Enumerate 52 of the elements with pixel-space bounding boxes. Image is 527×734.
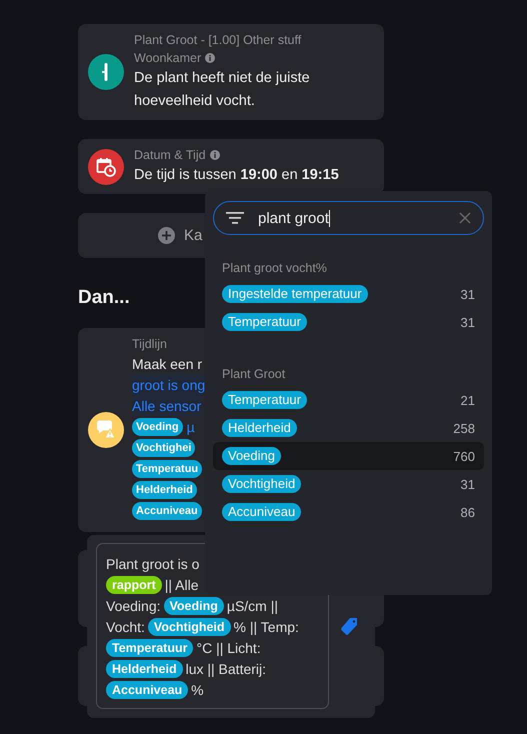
token-value: 21 bbox=[460, 392, 475, 408]
message-text: || Alle bbox=[164, 576, 198, 592]
unit-text: µ bbox=[186, 418, 195, 434]
condition-card[interactable]: Plant Groot - [1.00] Other stuff Woonkamer De plant heeft niet de juiste hoeveelheid vocht. bbox=[78, 24, 384, 120]
message-text: % || Temp: bbox=[234, 618, 299, 634]
close-icon[interactable] bbox=[459, 212, 471, 224]
token-option[interactable]: Temperatuur 21 bbox=[213, 386, 484, 414]
token-option[interactable]: Helderheid 258 bbox=[213, 414, 484, 442]
tag-icon[interactable] bbox=[339, 616, 359, 636]
condition-title: Datum & Tijd bbox=[134, 148, 206, 162]
info-icon[interactable] bbox=[205, 53, 216, 63]
condition-text: De plant heeft niet de juiste hoeveelheid vocht. bbox=[134, 69, 311, 111]
section-heading: Dan... bbox=[78, 287, 130, 310]
token-chip: Temperatuur bbox=[222, 313, 307, 331]
condition-title: Plant Groot - [1.00] Other stuff bbox=[134, 33, 302, 47]
filter-icon bbox=[226, 212, 244, 224]
token-chip: Temperatuur bbox=[222, 391, 307, 409]
token-option[interactable]: Accuniveau 86 bbox=[213, 498, 484, 526]
token-value: 31 bbox=[460, 314, 475, 330]
message-text: Plant groot is o bbox=[106, 556, 200, 572]
message-text: µS/cm || bbox=[226, 598, 278, 614]
token-chip: Voeding bbox=[222, 447, 281, 465]
token-chip: Vochtigheid bbox=[222, 475, 302, 493]
group-title: Plant groot vocht% bbox=[221, 260, 328, 277]
device-room: Woonkamer bbox=[134, 51, 202, 65]
info-icon[interactable] bbox=[210, 150, 220, 160]
token-option[interactable]: Temperatuur 31 bbox=[213, 308, 484, 336]
token-chip: Helderheid bbox=[222, 419, 297, 437]
group-title: Plant Groot bbox=[221, 366, 286, 383]
message-text: Vocht: bbox=[106, 618, 145, 634]
action-title: Tijdlijn bbox=[132, 336, 168, 353]
message-text: lux || Batterij: bbox=[186, 660, 266, 676]
plus-icon bbox=[158, 227, 175, 244]
token-value: 258 bbox=[453, 420, 475, 436]
search-field[interactable]: plant groot bbox=[213, 201, 484, 235]
message-text: Voeding: bbox=[106, 598, 160, 614]
message-text: °C || Licht: bbox=[196, 640, 261, 656]
token-option[interactable]: Ingestelde temperatuur 31 bbox=[213, 280, 484, 308]
message-text: % bbox=[191, 682, 204, 698]
token-option[interactable]: Vochtigheid 31 bbox=[213, 470, 484, 498]
token-value: 31 bbox=[460, 476, 475, 492]
token-chip: Accuniveau bbox=[222, 503, 302, 521]
token-value: 760 bbox=[453, 448, 475, 464]
condition-text: De tijd is tussen 19:00 en 19:15 bbox=[134, 166, 339, 185]
highlighted-text: groot is ong bbox=[132, 374, 206, 395]
token-option[interactable]: Voeding 760 bbox=[213, 442, 484, 470]
token-value: 86 bbox=[460, 504, 475, 520]
token-value: 31 bbox=[460, 286, 475, 302]
condition-card[interactable]: Datum & Tijd De tijd is tussen 19:00 en 19:15 bbox=[78, 139, 384, 194]
action-text: Maak een r bbox=[132, 354, 204, 374]
token-chip: Ingestelde temperatuur bbox=[222, 285, 368, 303]
highlighted-text: Alle sensor bbox=[132, 395, 202, 416]
